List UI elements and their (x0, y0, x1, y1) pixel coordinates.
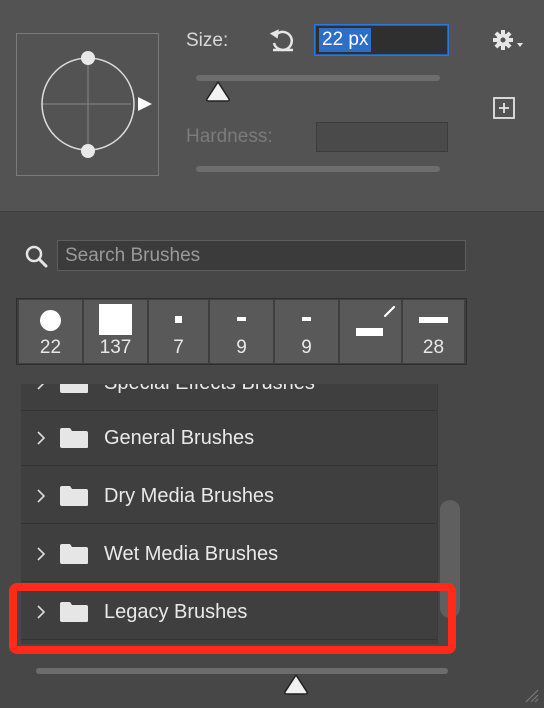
recent-brush-tile[interactable]: 9 (275, 300, 338, 363)
size-label: Size: (186, 30, 229, 51)
hardness-slider-track[interactable] (196, 166, 440, 172)
brush-group-general[interactable]: General Brushes (21, 411, 437, 466)
folder-icon (60, 486, 88, 506)
preview-size-slider-track[interactable] (36, 668, 448, 674)
dash-brush-icon (302, 317, 311, 321)
bar-brush-icon (419, 317, 448, 323)
reset-icon[interactable] (268, 26, 298, 54)
dash-brush-icon (237, 317, 246, 321)
bar-brush-icon (356, 328, 383, 336)
brush-group-dry-media[interactable]: Dry Media Brushes (21, 469, 437, 524)
chevron-right-icon[interactable] (34, 605, 48, 619)
folder-icon (60, 544, 88, 564)
brush-group-label: General Brushes (104, 427, 255, 449)
small-square-brush-icon (175, 316, 182, 323)
recent-brush-tile[interactable] (340, 300, 401, 363)
brush-group-label: Legacy Brushes (104, 601, 248, 623)
folder-icon (60, 428, 88, 448)
recent-brush-tile[interactable]: 9 (210, 300, 273, 363)
brush-group-legacy[interactable]: Legacy Brushes (21, 585, 437, 640)
folder-icon (60, 602, 88, 622)
hardness-field[interactable] (316, 122, 448, 152)
brush-group-label: Dry Media Brushes (104, 485, 275, 507)
round-brush-icon (40, 310, 61, 331)
brush-size: 9 (236, 337, 247, 358)
recent-brush-tile[interactable]: 7 (149, 300, 208, 363)
preview-size-slider-thumb[interactable] (282, 673, 310, 695)
folder-icon (60, 384, 88, 393)
size-slider-thumb[interactable] (204, 80, 232, 102)
brush-angle-roundness-icon[interactable] (17, 34, 158, 175)
brush-tip-preview[interactable] (16, 33, 159, 176)
chevron-right-icon[interactable] (34, 431, 48, 445)
brush-size: 137 (99, 337, 132, 358)
chevron-right-icon[interactable] (34, 547, 48, 561)
brush-groups-list: Special Effects Brushes General Brushes … (21, 384, 437, 644)
paintbrush-icon (383, 305, 396, 318)
hardness-label: Hardness: (186, 126, 273, 147)
chevron-right-icon[interactable] (34, 384, 48, 390)
brush-group-special-effects[interactable]: Special Effects Brushes (21, 384, 437, 411)
size-slider-track[interactable] (196, 75, 440, 81)
brush-group-wet-media[interactable]: Wet Media Brushes (21, 527, 437, 582)
scrollbar-thumb[interactable] (440, 500, 460, 618)
brush-size: 28 (422, 337, 445, 358)
resize-grip-icon[interactable] (522, 686, 540, 704)
brush-group-label: Special Effects Brushes (104, 384, 315, 395)
search-icon (25, 245, 48, 268)
recent-brushes-strip: 22 137 7 9 9 28 (16, 298, 467, 365)
gear-icon[interactable] (492, 28, 526, 54)
square-brush-icon (99, 304, 132, 335)
chevron-right-icon[interactable] (34, 489, 48, 503)
search-brushes-input[interactable]: Search Brushes (57, 240, 466, 271)
recent-brush-tile[interactable]: 22 (19, 300, 82, 363)
recent-brush-tile[interactable]: 137 (84, 300, 147, 363)
brush-size: 9 (301, 337, 312, 358)
recent-brush-tile[interactable]: 28 (403, 300, 464, 363)
brush-group-label: Wet Media Brushes (104, 543, 279, 565)
add-icon[interactable] (492, 96, 516, 120)
brush-size: 22 (39, 337, 62, 358)
brush-size: 7 (173, 337, 184, 358)
size-field[interactable]: 22 px (314, 24, 449, 56)
size-value: 22 px (319, 28, 372, 52)
